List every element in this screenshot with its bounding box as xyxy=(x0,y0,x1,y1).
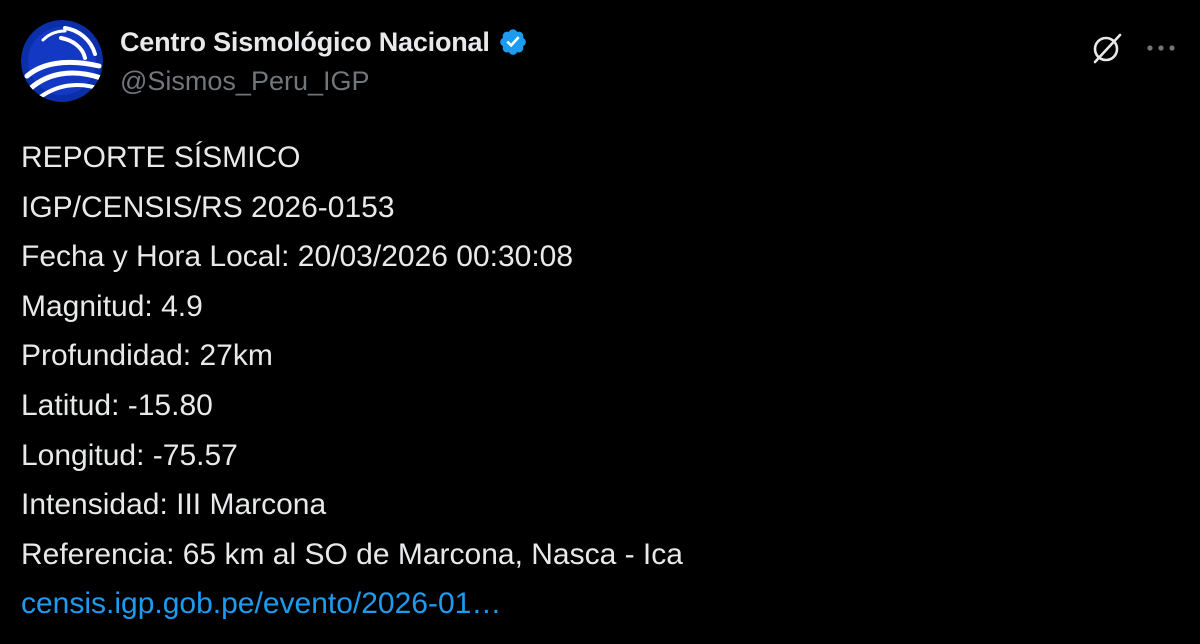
report-depth: Profundidad: 27km xyxy=(21,339,273,373)
report-datetime: Fecha y Hora Local: 20/03/2026 00:30:08 xyxy=(21,240,574,274)
post-header: Centro Sismológico Nacional @Sismos_Peru… xyxy=(21,20,1181,104)
report-reference: Referencia: 65 km al SO de Marcona, Nasc… xyxy=(21,537,683,571)
display-name-row: Centro Sismológico Nacional xyxy=(120,24,528,60)
more-options-button[interactable] xyxy=(1141,28,1181,68)
igp-logo-icon xyxy=(21,20,103,102)
post-card: Centro Sismológico Nacional @Sismos_Peru… xyxy=(0,0,1200,644)
author-handle[interactable]: @Sismos_Peru_IGP xyxy=(120,66,528,97)
report-latitude: Latitud: -15.80 xyxy=(21,388,213,422)
report-longitude: Longitud: -75.57 xyxy=(21,438,238,472)
event-link[interactable]: censis.igp.gob.pe/evento/2026-01… xyxy=(21,587,501,620)
header-actions xyxy=(1087,28,1181,68)
post-text: REPORTE SÍSMICO IGP/CENSIS/RS 2026-0153 … xyxy=(21,133,1181,629)
author-names: Centro Sismológico Nacional @Sismos_Peru… xyxy=(120,24,528,100)
grok-button[interactable] xyxy=(1087,28,1127,68)
report-intensity: Intensidad: III Marcona xyxy=(21,488,327,522)
link-line: censis.igp.gob.pe/evento/2026-01… xyxy=(21,579,1181,629)
report-code: IGP/CENSIS/RS 2026-0153 xyxy=(21,190,395,224)
more-options-icon xyxy=(1147,45,1175,51)
grok-icon xyxy=(1093,33,1122,64)
report-title: REPORTE SÍSMICO xyxy=(21,141,301,174)
report-magnitude: Magnitud: 4.9 xyxy=(21,289,203,323)
verified-badge-icon[interactable] xyxy=(498,27,528,57)
author-avatar[interactable] xyxy=(21,20,103,102)
author-display-name[interactable]: Centro Sismológico Nacional xyxy=(120,27,490,58)
